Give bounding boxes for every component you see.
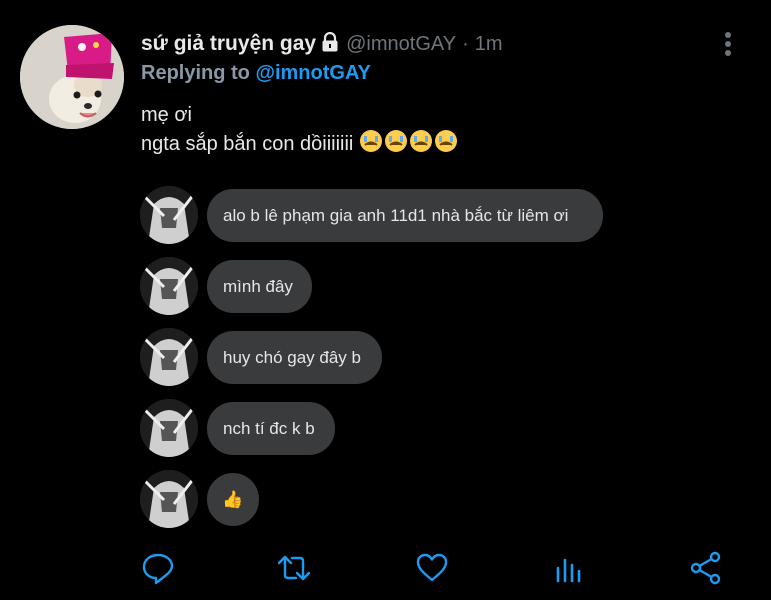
crying-face-emoji-group <box>359 128 459 161</box>
retweet-icon[interactable] <box>277 551 311 585</box>
chat-message-row: nch tí đc k b <box>140 399 340 459</box>
thumbs-up-bubble: 👍 <box>207 473 259 526</box>
chihuahua-avatar-image <box>20 25 124 129</box>
tweet-action-bar <box>0 551 771 591</box>
replying-to-label: Replying to <box>141 62 250 84</box>
chat-avatar <box>140 257 198 315</box>
chat-avatar <box>140 328 198 386</box>
user-handle[interactable]: @imnotGAY <box>346 33 456 55</box>
share-icon[interactable] <box>689 551 723 585</box>
replying-to: Replying to @imnotGAY <box>141 62 371 85</box>
reply-icon[interactable] <box>141 551 175 585</box>
heart-icon[interactable] <box>415 551 449 585</box>
tweet-text: mẹ ơi ngta sắp bắn con dồiiiiiii <box>141 102 459 161</box>
profile-avatar[interactable] <box>20 25 124 129</box>
tweet-text-line-1: mẹ ơi <box>141 104 192 126</box>
chat-message-row: huy chó gay đây b <box>140 328 390 388</box>
chat-bubble: huy chó gay đây b <box>207 331 382 384</box>
timestamp[interactable]: 1m <box>475 33 503 55</box>
chat-avatar <box>140 470 198 528</box>
chat-message-row: alo b lê phạm gia anh 11d1 nhà bắc từ li… <box>140 186 610 246</box>
more-vertical-icon[interactable] <box>720 30 736 60</box>
crying-face-icon <box>360 130 383 152</box>
display-name[interactable]: sứ giả truyện gay <box>141 32 316 55</box>
chat-avatar <box>140 186 198 244</box>
chat-message-row: 👍 <box>140 470 270 530</box>
crying-face-icon <box>435 130 458 152</box>
tweet-text-line-2: ngta sắp bắn con dồiiiiiii <box>141 133 354 155</box>
crying-face-icon <box>385 130 408 152</box>
separator-dot: · <box>462 33 469 55</box>
chat-bubble: nch tí đc k b <box>207 402 335 455</box>
chat-bubble: alo b lê phạm gia anh 11d1 nhà bắc từ li… <box>207 189 603 242</box>
analytics-icon[interactable] <box>553 551 587 585</box>
chat-avatar <box>140 399 198 457</box>
crying-face-icon <box>410 130 433 152</box>
chat-bubble: mình đây <box>207 260 312 313</box>
replying-to-handle[interactable]: @imnotGAY <box>255 62 370 84</box>
lock-icon <box>320 31 340 57</box>
chat-message-row: mình đây <box>140 257 320 317</box>
tweet-header: sứ giả truyện gay @imnotGAY · 1m <box>141 31 503 58</box>
